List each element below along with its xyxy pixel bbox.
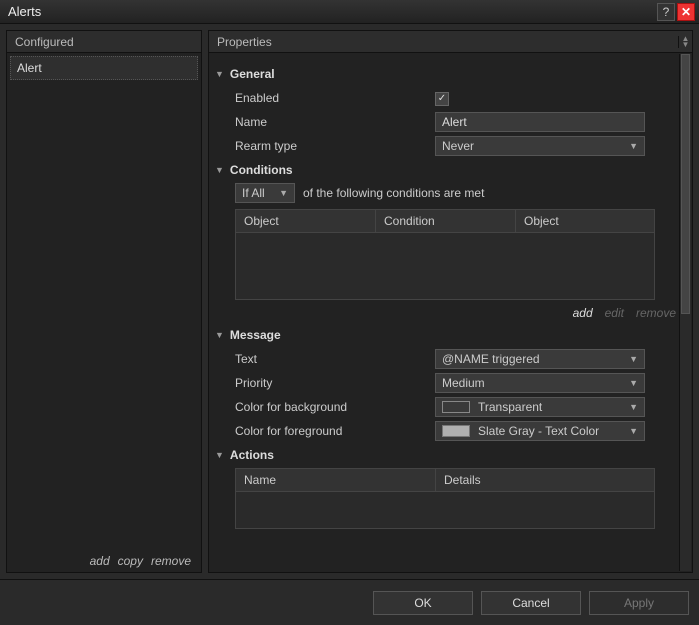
- spin-down-icon[interactable]: ▼: [678, 42, 692, 48]
- name-field[interactable]: [435, 112, 645, 132]
- configured-list: Alert: [7, 53, 201, 550]
- properties-panel: Properties ▲ ▼ ▼ General Enabled ✓ Name: [208, 30, 693, 573]
- cancel-button[interactable]: Cancel: [481, 591, 581, 615]
- conditions-add-link[interactable]: add: [573, 306, 593, 320]
- actions-title: Actions: [230, 448, 274, 462]
- general-title: General: [230, 67, 275, 81]
- text-select[interactable]: @NAME triggered ▼: [435, 349, 645, 369]
- message-title: Message: [230, 328, 281, 342]
- rearm-value: Never: [442, 139, 474, 153]
- configured-actions: add copy remove: [7, 550, 201, 572]
- priority-value: Medium: [442, 376, 485, 390]
- actions-col-details: Details: [436, 469, 654, 491]
- configured-panel: Configured Alert add copy remove: [6, 30, 202, 573]
- conditions-mode-select[interactable]: If All ▼: [235, 183, 295, 203]
- conditions-remove-link: remove: [636, 306, 676, 320]
- conditions-suffix: of the following conditions are met: [303, 186, 484, 200]
- dialog-body: Configured Alert add copy remove Propert…: [0, 24, 699, 579]
- properties-scrollbar[interactable]: [679, 54, 691, 571]
- conditions-table: Object Condition Object: [235, 209, 655, 300]
- bg-color-label: Color for background: [235, 400, 435, 414]
- scrollbar-thumb[interactable]: [681, 54, 690, 314]
- conditions-tbody[interactable]: [236, 233, 654, 299]
- general-section-header[interactable]: ▼ General: [215, 67, 684, 81]
- actions-section-header[interactable]: ▼ Actions: [215, 448, 684, 462]
- ok-button[interactable]: OK: [373, 591, 473, 615]
- title-bar: Alerts ? ✕: [0, 0, 699, 24]
- dialog-footer: OK Cancel Apply: [0, 579, 699, 625]
- bg-color-swatch: [442, 401, 470, 413]
- properties-header-label: Properties: [217, 35, 678, 49]
- enabled-label: Enabled: [235, 91, 435, 105]
- properties-spin: ▲ ▼: [678, 36, 692, 48]
- chevron-down-icon: ▼: [279, 188, 288, 198]
- properties-body: ▼ General Enabled ✓ Name Rearm type Neve…: [209, 53, 692, 572]
- conditions-edit-link: edit: [605, 306, 624, 320]
- conditions-col-condition: Condition: [376, 210, 516, 232]
- fg-color-swatch: [442, 425, 470, 437]
- add-link[interactable]: add: [90, 554, 110, 568]
- chevron-down-icon: ▼: [629, 354, 638, 364]
- rearm-label: Rearm type: [235, 139, 435, 153]
- remove-link[interactable]: remove: [151, 554, 191, 568]
- actions-col-name: Name: [236, 469, 436, 491]
- conditions-mode-value: If All: [242, 186, 265, 200]
- chevron-down-icon: ▼: [215, 330, 224, 340]
- properties-header: Properties ▲ ▼: [209, 31, 692, 53]
- list-item[interactable]: Alert: [10, 56, 198, 80]
- name-label: Name: [235, 115, 435, 129]
- chevron-down-icon: ▼: [629, 402, 638, 412]
- fg-color-value: Slate Gray - Text Color: [478, 424, 599, 438]
- actions-table: Name Details: [235, 468, 655, 529]
- fg-color-select[interactable]: Slate Gray - Text Color ▼: [435, 421, 645, 441]
- rearm-select[interactable]: Never ▼: [435, 136, 645, 156]
- conditions-title: Conditions: [230, 163, 293, 177]
- priority-select[interactable]: Medium ▼: [435, 373, 645, 393]
- window-title: Alerts: [4, 4, 655, 19]
- conditions-col-object2: Object: [516, 210, 654, 232]
- bg-color-value: Transparent: [478, 400, 542, 414]
- text-value: @NAME triggered: [442, 352, 540, 366]
- text-label: Text: [235, 352, 435, 366]
- enabled-checkbox[interactable]: ✓: [435, 92, 449, 106]
- chevron-down-icon: ▼: [629, 378, 638, 388]
- fg-color-label: Color for foreground: [235, 424, 435, 438]
- priority-label: Priority: [235, 376, 435, 390]
- message-section-header[interactable]: ▼ Message: [215, 328, 684, 342]
- apply-button: Apply: [589, 591, 689, 615]
- actions-tbody[interactable]: [236, 492, 654, 528]
- conditions-col-object1: Object: [236, 210, 376, 232]
- close-button[interactable]: ✕: [677, 3, 695, 21]
- copy-link[interactable]: copy: [118, 554, 143, 568]
- help-button[interactable]: ?: [657, 3, 675, 21]
- chevron-down-icon: ▼: [629, 141, 638, 151]
- chevron-down-icon: ▼: [215, 165, 224, 175]
- alerts-dialog: Alerts ? ✕ Configured Alert add copy rem…: [0, 0, 699, 625]
- chevron-down-icon: ▼: [215, 450, 224, 460]
- bg-color-select[interactable]: Transparent ▼: [435, 397, 645, 417]
- conditions-section-header[interactable]: ▼ Conditions: [215, 163, 684, 177]
- chevron-down-icon: ▼: [215, 69, 224, 79]
- chevron-down-icon: ▼: [629, 426, 638, 436]
- configured-header: Configured: [7, 31, 201, 53]
